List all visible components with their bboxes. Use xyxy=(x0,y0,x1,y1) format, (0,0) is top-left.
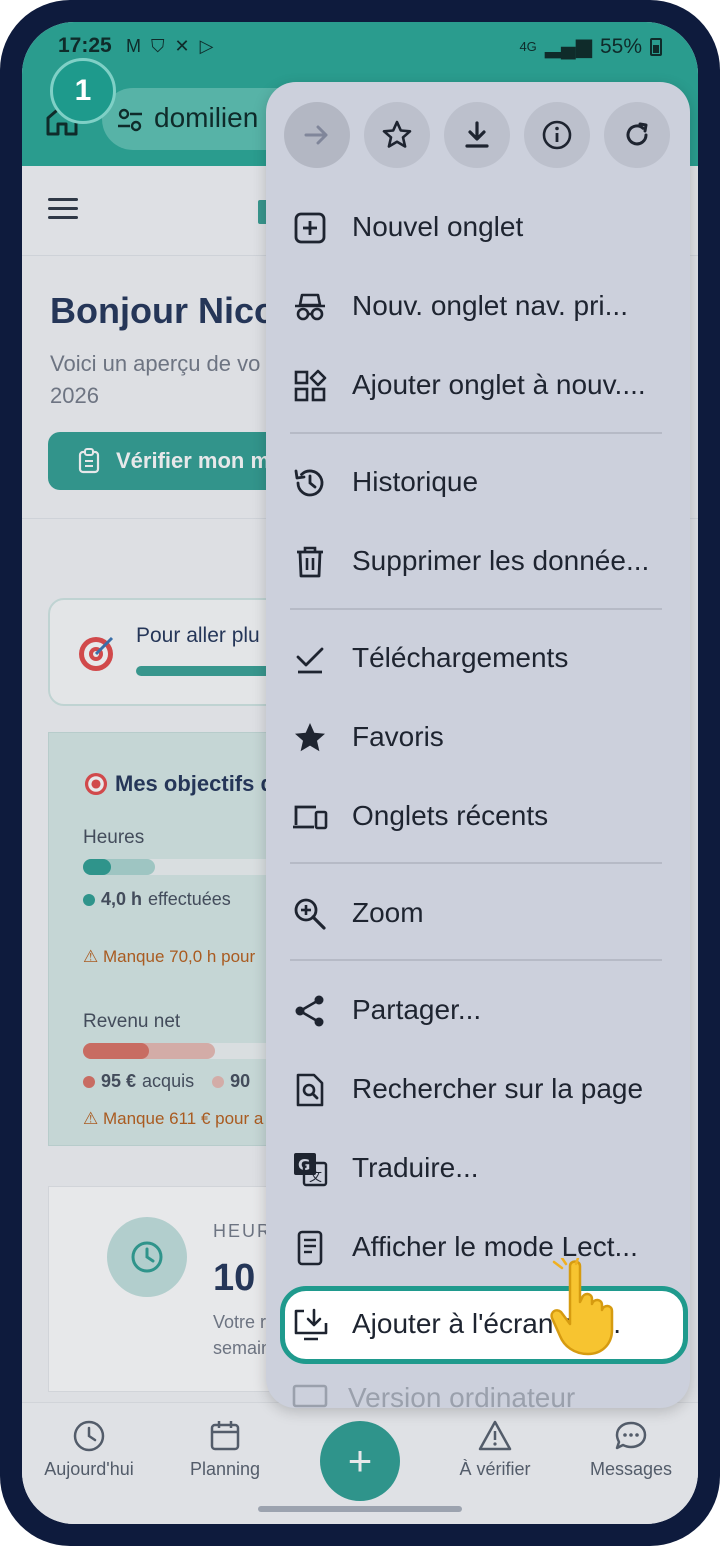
menu-item-label: Téléchargements xyxy=(352,642,569,673)
menu-item-find-in-page[interactable]: Rechercher sur la page xyxy=(266,1055,690,1125)
incognito-icon xyxy=(295,293,325,321)
menu-item-recent-tabs[interactable]: Onglets récents xyxy=(266,782,690,852)
site-settings-icon[interactable] xyxy=(116,106,144,134)
download-icon xyxy=(465,121,489,148)
shield-icon: ⛉ xyxy=(151,36,165,56)
battery-icon xyxy=(650,37,662,56)
downloads-check-icon xyxy=(296,647,324,674)
menu-item-label: Onglets récents xyxy=(352,800,549,831)
bookmark-button[interactable] xyxy=(364,102,430,168)
menu-divider xyxy=(290,432,662,434)
menu-item-new-tab[interactable]: Nouvel onglet xyxy=(266,193,690,263)
tools-icon: ✕ xyxy=(174,36,190,56)
forward-arrow-icon xyxy=(304,125,328,145)
url-text: domilien xyxy=(154,102,259,133)
phone-screen: 17:25 M ⛉ ✕ ▷ 4G ▂▄▆ 55% domilien 1 Bonj… xyxy=(22,22,698,1524)
menu-item-label: Traduire... xyxy=(352,1152,479,1183)
menu-item-downloads[interactable]: Téléchargements xyxy=(266,624,690,694)
star-outline-icon xyxy=(382,120,412,148)
menu-item-clear-data[interactable]: Supprimer les donnée... xyxy=(266,527,690,597)
gmail-icon: M xyxy=(126,36,141,56)
menu-item-desktop-site[interactable]: Version ordinateur xyxy=(292,1382,575,1408)
status-right: 4G ▂▄▆ 55% xyxy=(519,34,662,59)
add-to-home-icon xyxy=(294,1308,328,1341)
browser-overflow-menu: Nouvel onglet Nouv. onglet nav. pri... A… xyxy=(266,82,690,1408)
share-icon xyxy=(295,995,324,1027)
new-tab-icon xyxy=(294,212,326,244)
play-icon: ▷ xyxy=(199,36,214,56)
devices-icon xyxy=(293,805,328,830)
network-label: 4G xyxy=(519,39,537,54)
star-filled-icon xyxy=(295,723,325,752)
menu-item-incognito-tab[interactable]: Nouv. onglet nav. pri... xyxy=(266,272,690,342)
home-indicator xyxy=(258,1506,462,1512)
history-icon xyxy=(294,469,324,497)
menu-divider xyxy=(290,608,662,610)
forward-button[interactable] xyxy=(284,102,350,168)
status-time: 17:25 xyxy=(58,34,112,57)
menu-item-translate[interactable]: G 文 Traduire... xyxy=(266,1134,690,1204)
step-badge: 1 xyxy=(50,58,116,124)
desktop-icon xyxy=(292,1384,328,1408)
notification-icons: M ⛉ ✕ ▷ xyxy=(126,36,213,57)
menu-item-label: Partager... xyxy=(352,994,482,1025)
menu-item-label: Nouvel onglet xyxy=(352,211,524,242)
signal-icon: ▂▄▆ xyxy=(544,35,592,58)
menu-divider xyxy=(290,959,662,961)
menu-item-add-to-group[interactable]: Ajouter onglet à nouv.... xyxy=(266,351,690,421)
menu-item-label: Zoom xyxy=(352,897,424,928)
menu-item-label: Supprimer les donnée... xyxy=(352,545,650,576)
zoom-icon xyxy=(294,898,326,930)
reader-mode-icon xyxy=(297,1230,323,1266)
menu-item-zoom[interactable]: Zoom xyxy=(266,879,690,949)
page-info-button[interactable] xyxy=(524,102,590,168)
info-icon xyxy=(542,120,572,150)
menu-item-label: Ajouter onglet à nouv.... xyxy=(352,369,646,400)
menu-item-bookmarks[interactable]: Favoris xyxy=(266,703,690,773)
battery-label: 55% xyxy=(599,34,642,58)
menu-item-label: Nouv. onglet nav. pri... xyxy=(352,290,628,321)
find-in-page-icon xyxy=(296,1073,324,1107)
menu-item-history[interactable]: Historique xyxy=(266,448,690,518)
reload-icon xyxy=(626,122,648,146)
trash-icon xyxy=(297,546,323,578)
menu-toolbar xyxy=(266,82,690,192)
menu-item-label: Favoris xyxy=(352,721,444,752)
menu-item-share[interactable]: Partager... xyxy=(266,976,690,1046)
reload-button[interactable] xyxy=(604,102,670,168)
download-button[interactable] xyxy=(444,102,510,168)
pointing-hand-icon xyxy=(550,1258,614,1356)
translate-icon: G 文 xyxy=(294,1153,328,1187)
menu-item-label: Version ordinateur xyxy=(348,1382,576,1408)
svg-text:文: 文 xyxy=(309,1170,322,1185)
add-to-group-icon xyxy=(294,369,327,402)
menu-item-label: Historique xyxy=(352,466,479,497)
menu-divider xyxy=(290,862,662,864)
phone-frame: 17:25 M ⛉ ✕ ▷ 4G ▂▄▆ 55% domilien 1 Bonj… xyxy=(0,0,720,1546)
menu-item-label: Rechercher sur la page xyxy=(352,1073,644,1104)
